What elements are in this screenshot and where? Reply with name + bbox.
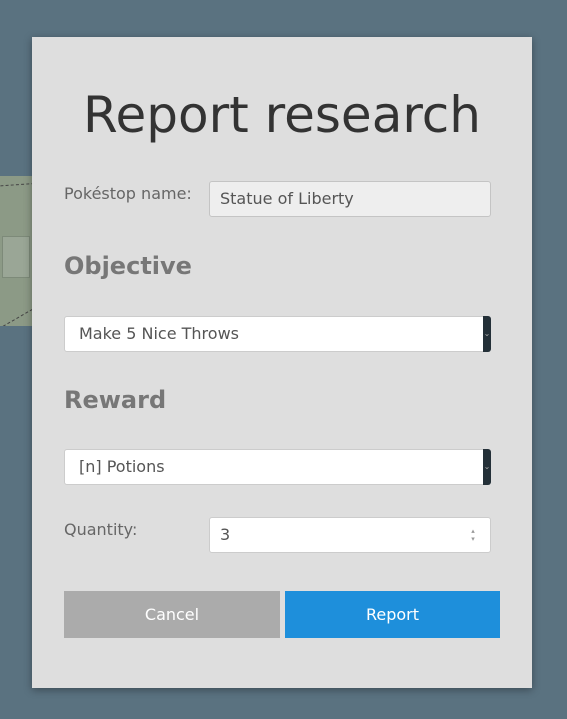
report-research-dialog: Report research Pokéstop name: Statue of…: [32, 37, 532, 688]
reward-heading: Reward: [64, 386, 167, 414]
report-button[interactable]: Report: [285, 591, 500, 638]
objective-select[interactable]: Make 5 Nice Throws ⌄: [64, 316, 491, 352]
dialog-title: Report research: [83, 86, 481, 144]
cancel-button[interactable]: Cancel: [64, 591, 280, 638]
objective-heading: Objective: [64, 252, 192, 280]
pokestop-name-field[interactable]: Statue of Liberty: [209, 181, 491, 217]
chevron-down-icon: ⌄: [483, 449, 491, 485]
objective-selected-value: Make 5 Nice Throws: [79, 324, 239, 343]
spinner-arrows-icon[interactable]: ▴ ▾: [468, 527, 478, 543]
map-building: [2, 236, 30, 278]
quantity-label: Quantity:: [64, 520, 138, 539]
quantity-value: 3: [220, 525, 231, 544]
pokestop-name-label: Pokéstop name:: [64, 184, 192, 203]
reward-select[interactable]: [n] Potions ⌄: [64, 449, 491, 485]
reward-selected-value: [n] Potions: [79, 457, 165, 476]
quantity-stepper[interactable]: 3 ▴ ▾: [209, 517, 491, 553]
chevron-down-icon: ⌄: [483, 316, 491, 352]
